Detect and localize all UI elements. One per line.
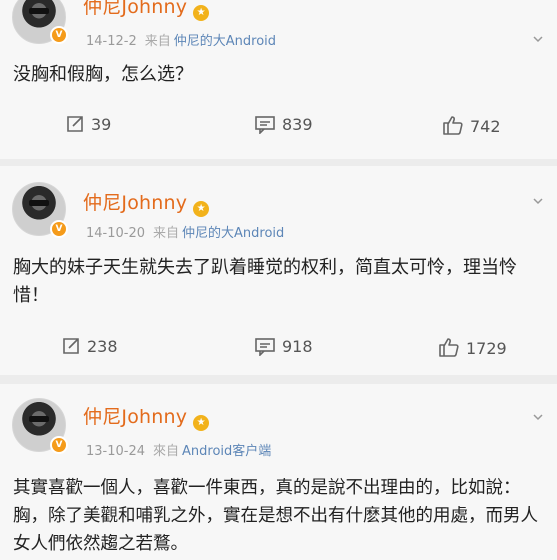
- author-name[interactable]: 仲尼Johnny ★: [83, 188, 210, 217]
- post-meta: 14-12-2 来自 仲尼的大Android: [86, 34, 277, 49]
- post-card: V 仲尼Johnny ★ 13-10-24 來自 Android客户端 其實喜歡一個人…: [0, 384, 557, 560]
- chevron-down-icon[interactable]: [533, 412, 543, 422]
- post-text: 胸大的妹子天生就失去了趴着睡觉的权利，简直太可怜，理当怜惜！: [13, 257, 517, 306]
- crown-badge-icon: ★: [193, 5, 210, 21]
- like-button[interactable]: 742: [442, 114, 501, 136]
- post-card: V 仲尼Johnny ★ 14-12-2 来自 仲尼的大Android 没胸和假胸，怎…: [0, 0, 557, 159]
- comment-button[interactable]: 839: [254, 114, 313, 135]
- verified-badge-icon: V: [50, 220, 68, 238]
- repost-button[interactable]: 39: [65, 114, 111, 134]
- post-actions: 39 839 742: [0, 114, 557, 144]
- repost-icon: [63, 338, 79, 354]
- repost-icon: [67, 116, 83, 132]
- thumbs-up-icon: [443, 116, 463, 135]
- verified-badge-icon: V: [50, 436, 68, 454]
- author-name[interactable]: 仲尼Johnny ★: [83, 0, 210, 21]
- post-source[interactable]: 仲尼的大Android: [174, 34, 276, 49]
- post-actions: 238 918 1729: [0, 336, 557, 366]
- weibo-feed: V 仲尼Johnny ★ 14-12-2 来自 仲尼的大Android 没胸和假胸，怎…: [0, 0, 557, 560]
- crown-badge-icon: ★: [193, 415, 210, 431]
- chevron-down-icon[interactable]: [533, 196, 543, 206]
- post-text: 没胸和假胸，怎么选？: [13, 64, 193, 85]
- post-source[interactable]: Android客户端: [182, 444, 271, 459]
- thumbs-up-icon: [439, 338, 459, 357]
- crown-badge-icon: ★: [193, 201, 210, 217]
- comment-button[interactable]: 918: [254, 336, 313, 357]
- like-button[interactable]: 1729: [438, 336, 507, 358]
- post-meta: 14-10-20 来自 仲尼的大Android: [86, 226, 285, 241]
- post-text: 其實喜歡一個人，喜歡一件東西，真的是說不出理由的，比如說：胸，除了美觀和哺乳之外…: [13, 478, 538, 554]
- post-meta: 13-10-24 來自 Android客户端: [86, 444, 272, 459]
- comment-icon: [255, 338, 275, 357]
- post-card: V 仲尼Johnny ★ 14-10-20 来自 仲尼的大Android 胸大的妹子天…: [0, 166, 557, 375]
- comment-icon: [255, 116, 275, 135]
- chevron-down-icon[interactable]: [533, 34, 543, 44]
- post-source[interactable]: 仲尼的大Android: [182, 226, 284, 241]
- verified-badge-icon: V: [50, 26, 68, 44]
- author-name[interactable]: 仲尼Johnny ★: [83, 402, 210, 431]
- repost-button[interactable]: 238: [61, 336, 118, 356]
